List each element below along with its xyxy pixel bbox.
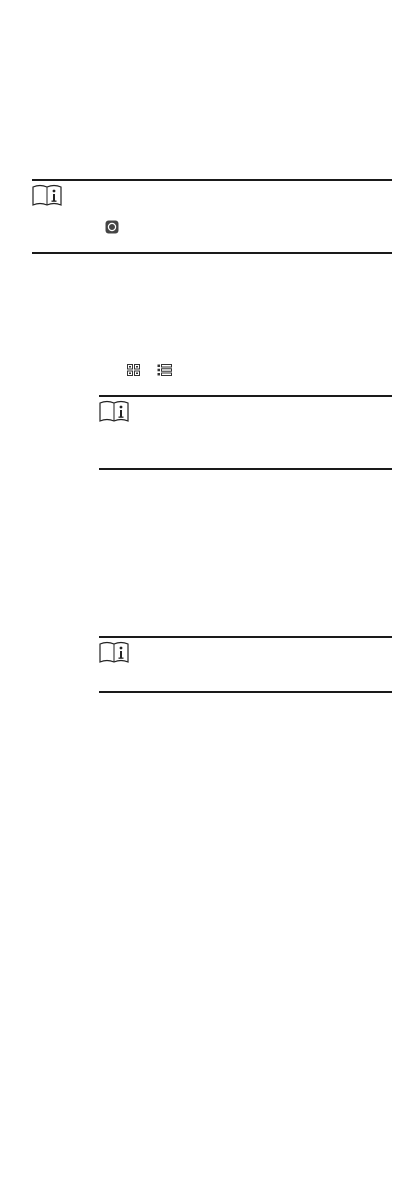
note-bottom-rule-1 [32, 252, 392, 254]
note-top-rule-2 [99, 395, 392, 397]
note-bottom-rule-3 [99, 691, 392, 693]
note-book-info-icon [32, 184, 62, 206]
note-bottom-rule-2 [99, 468, 392, 470]
grid-view-icon [127, 361, 140, 380]
note-book-info-icon [99, 641, 129, 663]
list-view-icon [157, 361, 172, 380]
note-book-info-icon [99, 400, 129, 422]
note-top-rule-1 [32, 179, 392, 181]
power-circle-icon [105, 219, 119, 238]
note-top-rule-3 [99, 636, 392, 638]
document-page [0, 0, 410, 1191]
